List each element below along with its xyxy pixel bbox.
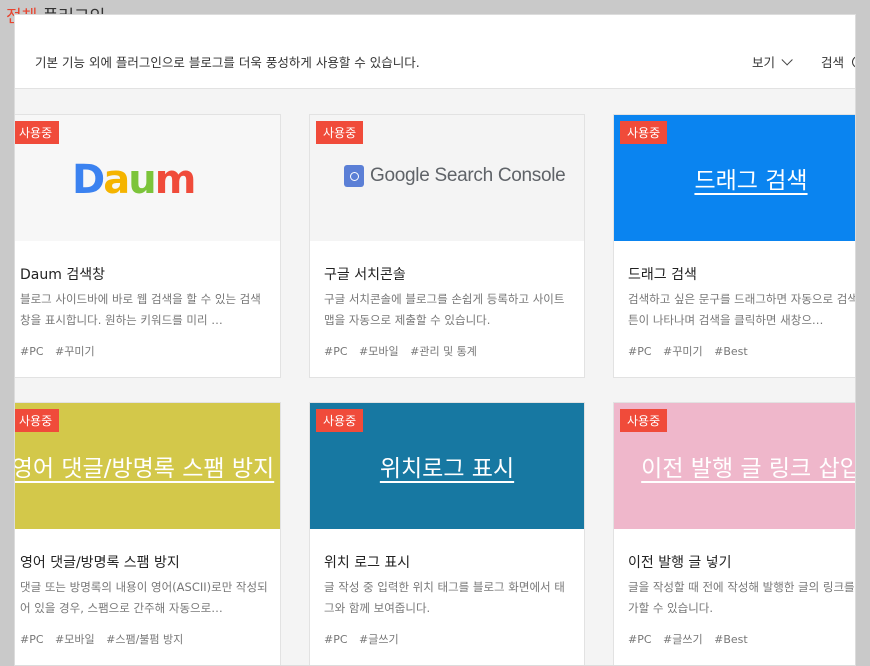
search-label: 검색 [821,55,845,70]
tag: #스팸/불펌 방지 [106,633,184,646]
card-title: 위치 로그 표시 [324,555,411,571]
card-title: Daum 검색창 [20,267,105,283]
status-badge: 사용중 [316,121,364,144]
thumbnail-text: 드래그 검색 [694,168,808,194]
scrollbar[interactable] [856,0,870,666]
plugin-card-location-log[interactable]: 위치로그 표시 사용중 위치 로그 표시 글 작성 중 입력한 위치 태그를 블… [309,402,585,665]
logo-text: Google Search Console [370,165,566,186]
tag: #Best [714,633,748,646]
google-search-console-logo: Google Search Console [344,165,566,187]
toolbar: 기본 기능 외에 플러그인으로 블로그를 더욱 풍성하게 사용할 수 있습니다.… [15,15,855,89]
tag: #PC [324,345,348,358]
thumbnail-text: 영어 댓글/방명록 스팸 방지 [14,456,275,482]
tag: #관리 및 통계 [410,345,477,358]
tag: #PC [628,633,652,646]
card-description: 검색하고 싶은 문구를 드래그하면 자동으로 검색 버튼이 나타나며 검색을 클… [628,292,856,327]
tag: #글쓰기 [359,633,399,646]
tag: #PC [20,345,44,358]
card-description: 블로그 사이드바에 바로 웹 검색을 할 수 있는 검색창을 표시합니다. 원하… [20,292,261,327]
plugin-card-daum[interactable]: Daum 사용중 Daum 검색창 블로그 사이드바에 바로 웹 검색을 할 수… [15,114,281,378]
card-description: 댓글 또는 방명록의 내용이 영어(ASCII)로만 작성되어 있을 경우, 스… [20,580,268,615]
card-tags: #PC #모바일 #스팸/불펌 방지 [20,631,191,647]
card-title: 구글 서치콘솔 [324,267,406,283]
tag: #꾸미기 [55,345,95,358]
status-badge: 사용중 [316,409,364,432]
view-dropdown[interactable]: 보기 [752,52,793,71]
plugin-card-english-spam[interactable]: 영어 댓글/방명록 스팸 방지 사용중 영어 댓글/방명록 스팸 방지 댓글 또… [14,402,281,665]
tag: #글쓰기 [663,633,703,646]
plugin-card-search-console[interactable]: Google Search Console 사용중 구글 서치콘솔 구글 서치콘… [309,114,585,378]
daum-logo: Daum [72,157,196,203]
tag: #PC [628,345,652,358]
card-tags: #PC #꾸미기 #Best [628,343,756,359]
card-tags: #PC #꾸미기 [20,343,103,359]
tag: #모바일 [359,345,399,358]
search-console-icon [344,165,364,187]
thumbnail-text: 위치로그 표시 [379,456,515,482]
chevron-down-icon [781,53,793,66]
tag: #PC [324,633,348,646]
tag: #Best [714,345,748,358]
card-title: 이전 발행 글 넣기 [628,555,732,571]
card-description: 글 작성 중 입력한 위치 태그를 블로그 화면에서 태그와 함께 보여줍니다. [324,580,565,615]
plugin-card-drag-search[interactable]: 드래그 검색 사용중 드래그 검색 검색하고 싶은 문구를 드래그하면 자동으로… [613,114,856,378]
thumbnail-text: 이전 발행 글 링크 삽입 [641,456,856,482]
card-description: 글을 작성할 때 전에 작성해 발행한 글의 링크를 추가할 수 있습니다. [628,580,856,615]
status-badge: 사용중 [15,121,60,144]
tag: #모바일 [55,633,95,646]
card-tags: #PC #글쓰기 [324,631,407,647]
card-title: 영어 댓글/방명록 스팸 방지 [20,555,180,571]
plugin-card-previous-post[interactable]: 이전 발행 글 링크 삽입 사용중 이전 발행 글 넣기 글을 작성할 때 전에… [613,402,856,665]
plugin-panel: 기본 기능 외에 플러그인으로 블로그를 더욱 풍성하게 사용할 수 있습니다.… [14,14,856,666]
card-description: 구글 서치콘솔에 블로그를 손쉽게 등록하고 사이트맵을 자동으로 제출할 수 … [324,292,565,327]
tag: #꾸미기 [663,345,703,358]
view-label: 보기 [752,55,776,70]
status-badge: 사용중 [620,409,668,432]
status-badge: 사용중 [620,121,668,144]
card-tags: #PC #글쓰기 #Best [628,631,756,647]
search-button[interactable]: 검색 [821,52,855,71]
panel-description: 기본 기능 외에 플러그인으로 블로그를 더욱 풍성하게 사용할 수 있습니다. [35,55,420,70]
card-tags: #PC #모바일 #관리 및 통계 [324,343,485,359]
card-title: 드래그 검색 [628,267,697,283]
tag: #PC [20,633,44,646]
status-badge: 사용중 [15,409,60,432]
